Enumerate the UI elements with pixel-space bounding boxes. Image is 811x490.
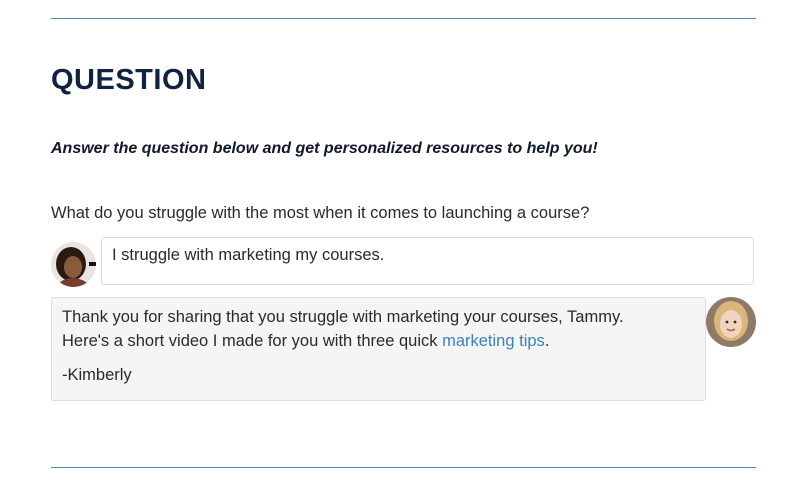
response-line-2-prefix: Here's a short video I made for you with… xyxy=(62,332,443,350)
response-signature: -Kimberly xyxy=(62,366,132,384)
personalized-response: Thank you for sharing that you struggle … xyxy=(51,297,706,401)
top-divider xyxy=(51,18,756,19)
question-prompt: What do you struggle with the most when … xyxy=(51,204,590,222)
response-line-2: Here's a short video I made for you with… xyxy=(62,329,695,353)
user-avatar-icon xyxy=(51,242,96,287)
section-heading: QUESTION xyxy=(51,64,207,96)
bottom-divider xyxy=(51,467,756,468)
marketing-tips-link[interactable]: marketing tips xyxy=(442,332,545,350)
author-avatar-icon xyxy=(706,297,756,347)
question-section: QUESTION Answer the question below and g… xyxy=(0,0,811,490)
response-line-1: Thank you for sharing that you struggle … xyxy=(62,308,624,326)
response-line-2-suffix: . xyxy=(544,332,550,350)
user-answer-field[interactable]: I struggle with marketing my courses. xyxy=(101,237,754,285)
section-subtitle: Answer the question below and get person… xyxy=(51,140,598,157)
